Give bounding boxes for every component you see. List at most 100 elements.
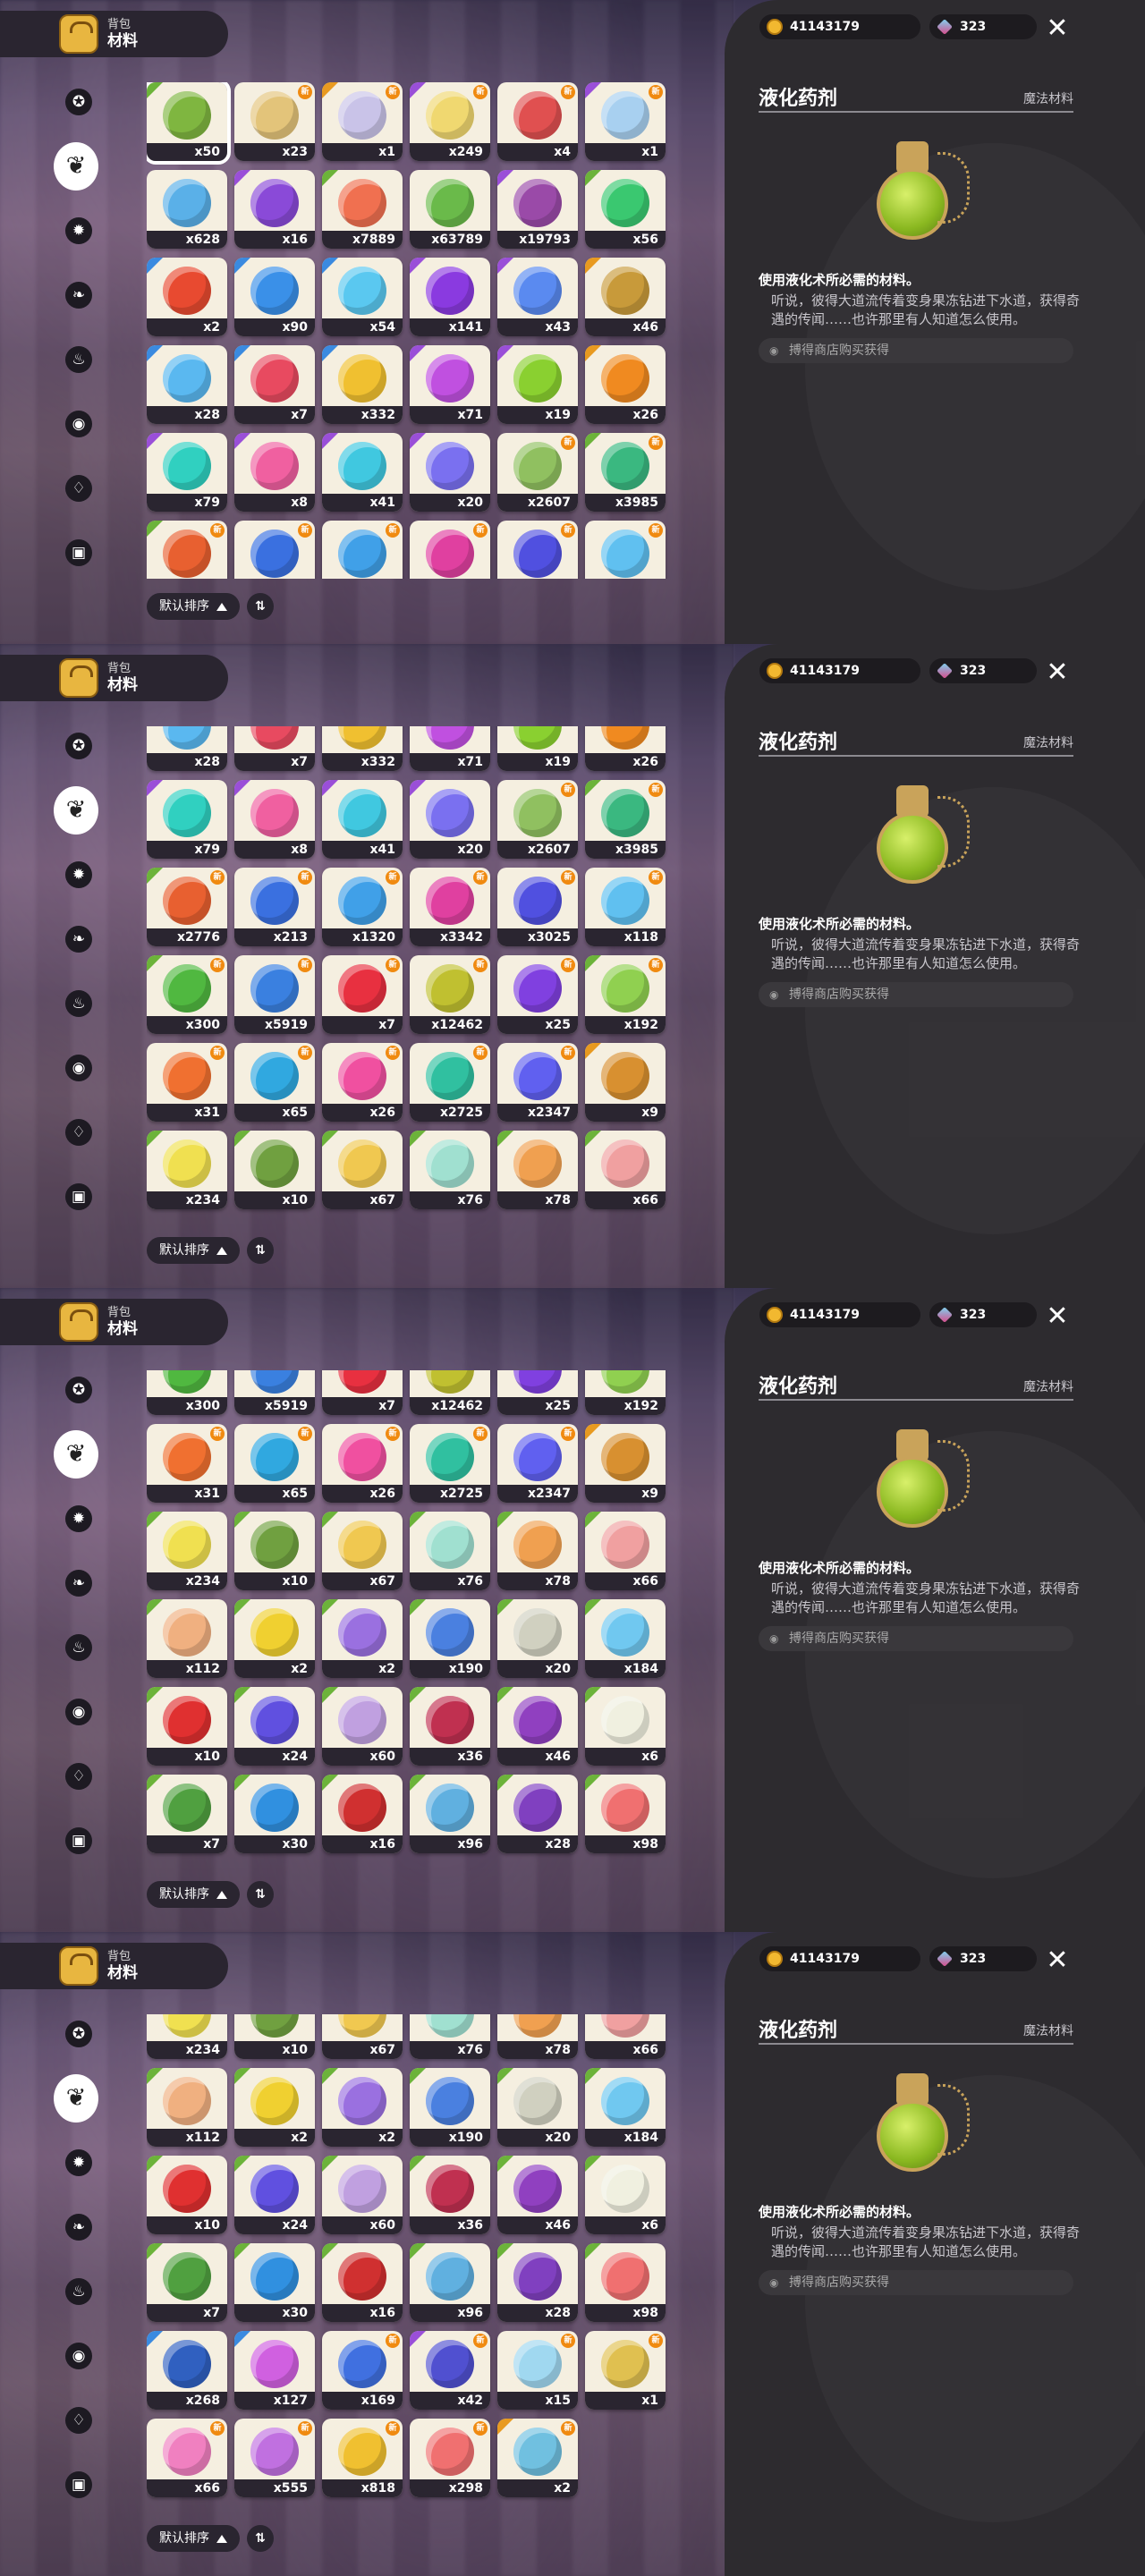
inventory-item[interactable]: x66 — [585, 2014, 666, 2059]
inventory-item[interactable]: x28 — [147, 345, 227, 424]
nav-sprout-button[interactable]: ❧ — [59, 1563, 98, 1603]
inventory-item[interactable]: x76 — [410, 2014, 490, 2059]
inventory-item[interactable]: x30 — [234, 1775, 315, 1853]
inventory-item[interactable]: 新 x26 — [322, 1424, 403, 1503]
inventory-item[interactable]: x67 — [322, 2014, 403, 2059]
inventory-item[interactable]: x43 — [497, 258, 578, 336]
item-source[interactable]: 搏得商店购买获得 — [759, 2270, 1073, 2295]
inventory-item[interactable]: x66 — [585, 1512, 666, 1590]
item-grid[interactable]: 新x300新x5919新x7新x12462新x25新x192新x31新x65新x… — [147, 1370, 674, 1867]
close-button[interactable]: ✕ — [1045, 1303, 1070, 1330]
nav-ball-button[interactable]: ◉ — [59, 1048, 98, 1088]
inventory-item[interactable]: 新x5919 — [234, 1370, 315, 1415]
inventory-item[interactable]: x28 — [147, 726, 227, 771]
inventory-item[interactable]: 新 x4 — [497, 82, 578, 161]
inventory-item[interactable]: 新 x818 — [322, 2419, 403, 2497]
inventory-item[interactable]: x96 — [410, 1775, 490, 1853]
inventory-item[interactable]: x9 — [585, 1043, 666, 1122]
nav-bell-button[interactable]: ♢ — [59, 469, 98, 508]
inventory-item[interactable]: 新 x3342 — [410, 868, 490, 946]
inventory-item[interactable]: x66 — [585, 1131, 666, 1209]
inventory-item[interactable]: 新x12462 — [410, 955, 490, 1034]
inventory-item[interactable]: x7 — [147, 2243, 227, 2322]
inventory-item[interactable]: 新x300 — [147, 1370, 227, 1415]
inventory-item[interactable]: 新x3025 — [497, 521, 578, 579]
inventory-item[interactable]: x20 — [410, 433, 490, 512]
nav-cup-button[interactable]: ♨ — [59, 984, 98, 1023]
inventory-item[interactable]: x60 — [322, 1687, 403, 1766]
inventory-item[interactable]: 新 x2347 — [497, 1424, 578, 1503]
inventory-item[interactable]: 新x3025 — [497, 868, 578, 946]
nav-chest-button[interactable]: ▣ — [59, 1177, 98, 1216]
nav-bell-button[interactable]: ♢ — [59, 2401, 98, 2440]
inventory-item[interactable]: x20 — [410, 780, 490, 859]
nav-star-button[interactable]: ✪ — [59, 1370, 98, 1410]
inventory-item[interactable]: x19793 — [497, 170, 578, 249]
inventory-item[interactable]: x8 — [234, 780, 315, 859]
inventory-item[interactable]: x46 — [497, 1687, 578, 1766]
nav-gear-button[interactable]: ✹ — [59, 211, 98, 250]
inventory-item[interactable]: x20 — [497, 2068, 578, 2147]
sort-direction-button[interactable]: ⇅ — [247, 1881, 274, 1908]
inventory-item[interactable]: x8 — [234, 433, 315, 512]
item-grid[interactable]: x50 新 x23 新 x1 新 x249 新 x4 新 x1 x628 x16 x7889 x63789 x… — [147, 82, 674, 579]
inventory-item[interactable]: 新 x298 — [410, 2419, 490, 2497]
inventory-item[interactable]: 新 x3985 — [585, 433, 666, 512]
sort-button[interactable]: 默认排序 — [147, 593, 240, 620]
inventory-item[interactable]: 新 x2607 — [497, 433, 578, 512]
inventory-item[interactable]: 新 x66 — [147, 2419, 227, 2497]
inventory-item[interactable]: x332 — [322, 726, 403, 771]
inventory-item[interactable]: x184 — [585, 2068, 666, 2147]
nav-star-button[interactable]: ✪ — [59, 82, 98, 122]
inventory-item[interactable]: x78 — [497, 1131, 578, 1209]
inventory-item[interactable]: 新x1320 — [322, 521, 403, 579]
inventory-item[interactable]: x98 — [585, 2243, 666, 2322]
inventory-item[interactable]: x112 — [147, 2068, 227, 2147]
inventory-item[interactable]: x2 — [147, 258, 227, 336]
inventory-item[interactable]: x6 — [585, 1687, 666, 1766]
inventory-item[interactable]: x67 — [322, 1131, 403, 1209]
inventory-item[interactable]: x16 — [322, 2243, 403, 2322]
inventory-item[interactable]: 新x300 — [147, 955, 227, 1034]
inventory-item[interactable]: x10 — [147, 1687, 227, 1766]
inventory-item[interactable]: 新 x31 — [147, 1424, 227, 1503]
inventory-item[interactable]: 新 x26 — [322, 1043, 403, 1122]
inventory-item[interactable]: 新 x555 — [234, 2419, 315, 2497]
nav-star-button[interactable]: ✪ — [59, 726, 98, 766]
nav-gear-button[interactable]: ✹ — [59, 855, 98, 894]
inventory-item[interactable]: 新x192 — [585, 955, 666, 1034]
inventory-item[interactable]: 新 x65 — [234, 1424, 315, 1503]
item-source[interactable]: 搏得商店购买获得 — [759, 1626, 1073, 1651]
close-button[interactable]: ✕ — [1045, 1947, 1070, 1974]
inventory-item[interactable]: x78 — [497, 2014, 578, 2059]
inventory-item[interactable]: 新x192 — [585, 1370, 666, 1415]
inventory-item[interactable]: 新x2776 — [147, 521, 227, 579]
nav-ball-button[interactable]: ◉ — [59, 1692, 98, 1732]
inventory-item[interactable]: x332 — [322, 345, 403, 424]
inventory-item[interactable]: x28 — [497, 1775, 578, 1853]
sort-direction-button[interactable]: ⇅ — [247, 2525, 274, 2552]
inventory-item[interactable]: x30 — [234, 2243, 315, 2322]
inventory-item[interactable]: 新x12462 — [410, 1370, 490, 1415]
nav-sprout-button[interactable]: ❧ — [59, 2207, 98, 2247]
inventory-item[interactable]: x78 — [497, 1512, 578, 1590]
inventory-item[interactable]: x96 — [410, 2243, 490, 2322]
sort-button[interactable]: 默认排序 — [147, 2525, 240, 2552]
nav-bell-button[interactable]: ♢ — [59, 1113, 98, 1152]
inventory-item[interactable]: 新 x2725 — [410, 1424, 490, 1503]
inventory-item[interactable]: x41 — [322, 433, 403, 512]
nav-chest-button[interactable]: ▣ — [59, 2465, 98, 2504]
nav-leaf-button[interactable]: ❦ — [54, 786, 98, 835]
item-source[interactable]: 搏得商店购买获得 — [759, 338, 1073, 363]
inventory-item[interactable]: x234 — [147, 2014, 227, 2059]
inventory-item[interactable]: 新 x65 — [234, 1043, 315, 1122]
inventory-item[interactable]: x10 — [147, 2156, 227, 2234]
nav-cup-button[interactable]: ♨ — [59, 2272, 98, 2311]
inventory-item[interactable]: 新 x15 — [497, 2331, 578, 2410]
inventory-item[interactable]: x234 — [147, 1131, 227, 1209]
inventory-item[interactable]: x60 — [322, 2156, 403, 2234]
inventory-item[interactable]: x190 — [410, 1599, 490, 1678]
nav-gear-button[interactable]: ✹ — [59, 1499, 98, 1538]
inventory-item[interactable]: 新x5919 — [234, 955, 315, 1034]
inventory-item[interactable]: x268 — [147, 2331, 227, 2410]
